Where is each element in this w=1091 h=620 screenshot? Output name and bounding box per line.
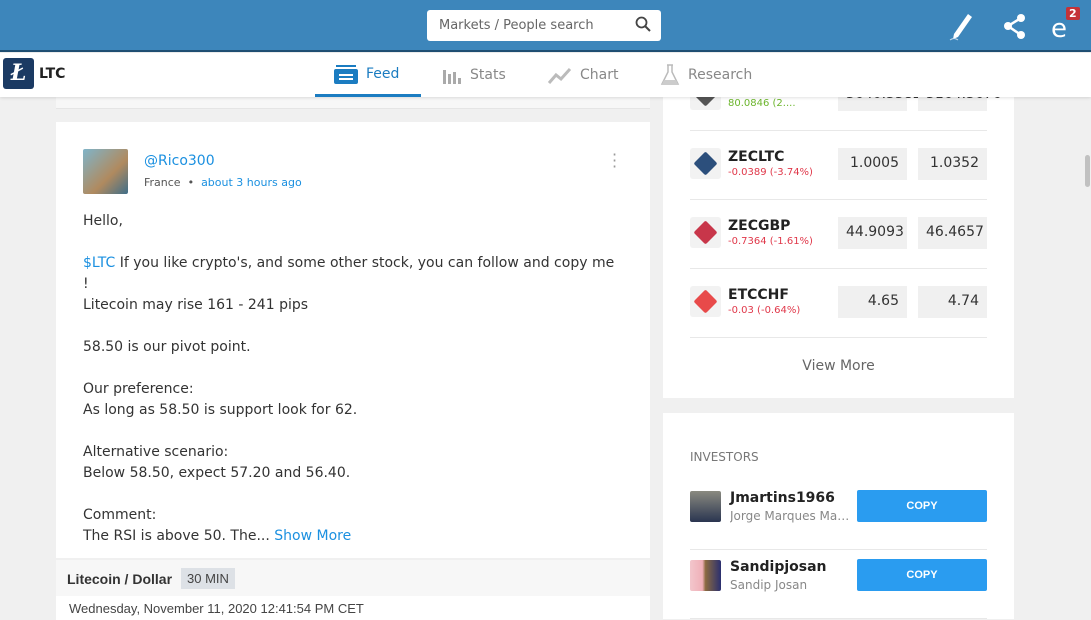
buy-price-button[interactable]: 4.74	[918, 286, 987, 318]
investor-row: Jmartins1966 Jorge Marques Martins COPY	[690, 481, 987, 550]
post-text: 58.50 is our pivot point.	[83, 339, 251, 355]
view-more-link[interactable]: View More	[663, 345, 1014, 374]
market-row[interactable]: ETCCHF -0.03 (-0.64%) 4.65 4.74	[690, 269, 987, 338]
buy-price-button[interactable]: 1.0352	[918, 148, 987, 180]
stats-icon	[443, 70, 461, 84]
tab-chart[interactable]: Chart	[548, 53, 618, 97]
chart-icon	[548, 67, 572, 84]
post-text: As long as 58.50 is support look for 62.	[83, 402, 358, 418]
instrument-icon	[690, 286, 721, 317]
tab-feed[interactable]: Feed	[315, 53, 421, 97]
tab-label: Research	[688, 67, 753, 83]
show-more-link[interactable]: Show More	[274, 528, 351, 544]
copy-button[interactable]: COPY	[857, 559, 987, 591]
search-input[interactable]: Markets / People search	[427, 10, 661, 41]
tab-label: Feed	[366, 65, 400, 82]
post-text: Below 58.50, expect 57.20 and 56.40.	[83, 465, 351, 481]
post-text: Our preference:	[83, 381, 194, 397]
investors-card: INVESTORS Jmartins1966 Jorge Marques Mar…	[663, 413, 1014, 619]
sell-price-button[interactable]: 1.0005	[838, 148, 907, 180]
search-placeholder: Markets / People search	[439, 18, 594, 33]
scrollbar[interactable]	[1084, 97, 1091, 619]
sell-price-button[interactable]: 3640.5582	[838, 97, 922, 111]
investor-username[interactable]: Sandipjosan	[730, 559, 827, 575]
post-text: Litecoin may rise 161 - 241 pips	[83, 297, 309, 313]
post-text: Hello,	[83, 213, 123, 229]
chart-attachment[interactable]: Litecoin / Dollar 30 MIN Wednesday, Nove…	[56, 560, 650, 620]
more-options-icon[interactable]: · · ·	[612, 147, 617, 175]
post-text: If you like crypto's, and some other sto…	[83, 255, 615, 292]
market-symbol: ZECLTC	[728, 149, 785, 165]
market-change: 80.0846 (2....	[728, 98, 796, 109]
pencil-icon[interactable]	[946, 10, 978, 42]
search-icon	[635, 16, 651, 32]
buy-price-button[interactable]: 46.4657	[918, 217, 987, 249]
post-body: Hello, $LTC If you like crypto's, and so…	[83, 211, 623, 568]
investor-username[interactable]: Jmartins1966	[730, 490, 835, 506]
market-row[interactable]: ZECGBP -0.7364 (-1.61%) 44.9093 46.4657	[690, 200, 987, 269]
market-row[interactable]: ZECLTC -0.0389 (-3.74%) 1.0005 1.0352	[690, 131, 987, 200]
instrument-icon	[690, 148, 721, 179]
timeframe-badge: 30 MIN	[181, 568, 235, 589]
litecoin-logo: Ł	[3, 58, 34, 89]
tab-label: Chart	[580, 67, 619, 83]
market-row[interactable]: 80.0846 (2.... 3640.5582 3164.5676	[690, 97, 1002, 131]
tab-label: Stats	[470, 67, 506, 83]
post-text: Alternative scenario:	[83, 444, 229, 460]
scrollbar-thumb[interactable]	[1085, 155, 1090, 187]
flask-icon	[660, 64, 680, 85]
instrument-symbol: LTC	[39, 66, 66, 82]
buy-price-button[interactable]: 3164.5676	[918, 97, 1002, 111]
notification-badge: 2	[1066, 7, 1080, 20]
feed-icon	[334, 64, 358, 84]
sell-price-button[interactable]: 4.65	[838, 286, 907, 318]
instrument-nav: Ł LTC Feed Stats Chart Research	[0, 53, 1091, 97]
related-markets-card: 80.0846 (2.... 3640.5582 3164.5676 ZECLT…	[663, 97, 1014, 398]
top-bar: Markets / People search e 2	[0, 0, 1091, 52]
investor-full-name: Sandip Josan	[730, 578, 808, 592]
post-country: France	[144, 176, 181, 189]
post-text: The RSI is above 50. The...	[83, 528, 270, 544]
avatar[interactable]	[690, 560, 721, 591]
tab-stats[interactable]: Stats	[442, 53, 506, 97]
avatar[interactable]	[690, 491, 721, 522]
post-meta: France • about 3 hours ago	[144, 176, 302, 189]
market-change: -0.0389 (-3.74%)	[728, 167, 813, 178]
investor-row: Sandipjosan Sandip Josan COPY	[690, 550, 987, 619]
share-icon[interactable]	[999, 10, 1031, 42]
sell-price-button[interactable]: 44.9093	[838, 217, 907, 249]
investors-heading: INVESTORS	[690, 450, 759, 464]
market-symbol: ZECGBP	[728, 218, 791, 234]
market-change: -0.03 (-0.64%)	[728, 305, 801, 316]
instrument-icon	[690, 217, 721, 248]
post-time-link[interactable]: about 3 hours ago	[201, 176, 302, 189]
avatar[interactable]	[83, 149, 128, 194]
chart-title: Litecoin / Dollar	[67, 571, 173, 587]
feed-post: @Rico300 France • about 3 hours ago · · · …	[56, 122, 650, 558]
investor-full-name: Jorge Marques Martins	[730, 509, 850, 523]
copy-button[interactable]: COPY	[857, 490, 987, 522]
post-username[interactable]: @Rico300	[144, 153, 215, 169]
svg-text:e: e	[1051, 14, 1067, 42]
chart-date: Wednesday, November 11, 2020 12:41:54 PM…	[56, 596, 650, 620]
instrument-icon	[690, 97, 721, 110]
post-text: Comment:	[83, 507, 157, 523]
market-change: -0.7364 (-1.61%)	[728, 236, 813, 247]
market-symbol: ETCCHF	[728, 287, 789, 303]
cashtag-link[interactable]: $LTC	[83, 255, 115, 271]
tab-research[interactable]: Research	[660, 53, 752, 97]
previous-post-stub	[56, 97, 650, 109]
